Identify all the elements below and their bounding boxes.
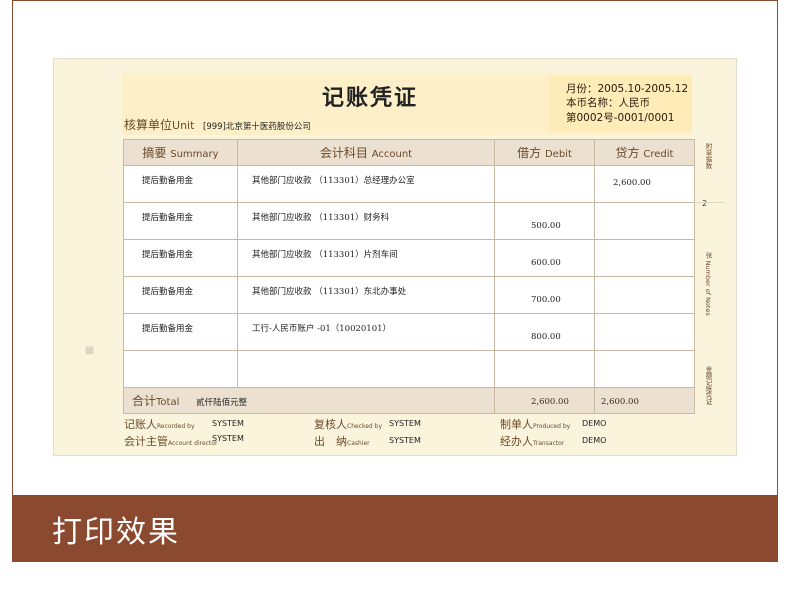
total-debit-value: 2,600.00 bbox=[531, 397, 569, 407]
table-row: 提后勤备用金 其他部门应收款 （113301）总经理办公室 2,600.00 bbox=[123, 165, 695, 203]
header-debit: 借方 Debit bbox=[494, 139, 595, 166]
sig-transactor-value: DEMO bbox=[582, 436, 607, 445]
row-debit-value: 800.00 bbox=[531, 332, 561, 342]
sig-transactor-label: 经办人Transactor bbox=[500, 433, 564, 449]
voucher-month: 月份：2005.10-2005.12 bbox=[566, 83, 689, 95]
right-divider bbox=[694, 202, 724, 203]
sig-director-en: Account director bbox=[168, 440, 218, 447]
table-row: 提后勤备用金 工行-人民币账户 -01（10020101） 800.00 bbox=[123, 313, 695, 351]
header-account-cn: 会计科目 bbox=[319, 146, 368, 160]
header-debit-en: Debit bbox=[544, 149, 572, 160]
row-credit bbox=[594, 276, 695, 314]
total-label-en: Total bbox=[156, 397, 180, 408]
row-debit bbox=[494, 350, 595, 388]
total-credit: 2,600.00 bbox=[594, 387, 695, 414]
table-header-row: 摘要 Summary 会计科目 Account 借方 Debit 贷方 Cred… bbox=[123, 139, 695, 166]
voucher-number: 第0002号-0001/0001 bbox=[566, 112, 675, 124]
header-account: 会计科目 Account bbox=[237, 139, 495, 166]
sig-recorded-en: Recorded by bbox=[157, 423, 195, 430]
header-credit-cn: 贷方 bbox=[615, 146, 640, 160]
row-summary: 提后勤备用金 bbox=[123, 202, 238, 240]
row-debit-value: 500.00 bbox=[531, 221, 561, 231]
attachments-value: 2 bbox=[702, 199, 708, 208]
row-account bbox=[237, 350, 495, 388]
voucher-currency: 本币名称：人民币 bbox=[566, 97, 650, 109]
table-row: 提后勤备用金 其他部门应收款 （113301）东北办事处 700.00 bbox=[123, 276, 695, 314]
sig-produced-value: DEMO bbox=[582, 419, 607, 428]
sig-cashier-cn: 出 纳 bbox=[314, 435, 347, 448]
row-summary: 提后勤备用金 bbox=[123, 239, 238, 277]
row-credit bbox=[594, 239, 695, 277]
row-summary bbox=[123, 350, 238, 388]
sig-checked-label: 复核人Checked by bbox=[314, 416, 382, 432]
sig-produced-label: 制单人Produced by bbox=[500, 416, 570, 432]
row-debit-value: 700.00 bbox=[531, 295, 561, 305]
total-credit-value: 2,600.00 bbox=[601, 397, 639, 407]
sig-recorded-cn: 记账人 bbox=[124, 418, 157, 431]
row-account: 其他部门应收款 （113301）片剂车间 bbox=[237, 239, 495, 277]
total-label-cn: 合计 bbox=[132, 394, 157, 408]
total-debit: 2,600.00 bbox=[494, 387, 595, 414]
sig-checked-value: SYSTEM bbox=[389, 419, 421, 428]
row-summary: 提后勤备用金 bbox=[123, 313, 238, 351]
total-label: 合计Total bbox=[124, 394, 179, 408]
table-total-row: 合计Total 贰仟陆佰元整 2,600.00 2,600.00 bbox=[123, 387, 695, 414]
header-summary: 摘要 Summary bbox=[123, 139, 238, 166]
voucher-title: 记账凭证 bbox=[321, 86, 418, 111]
sig-transactor-en: Transactor bbox=[533, 440, 565, 447]
table-row: 提后勤备用金 其他部门应收款 （113301）片剂车间 600.00 bbox=[123, 239, 695, 277]
sig-recorded-value: SYSTEM bbox=[212, 419, 244, 428]
bottom-side-label: 金额记账凭证 bbox=[704, 366, 712, 405]
row-account: 其他部门应收款 （113301）东北办事处 bbox=[237, 276, 495, 314]
banner-title: 打印效果 bbox=[52, 515, 180, 550]
sig-recorded-label: 记账人Recorded by bbox=[124, 416, 195, 432]
watermark-logo: ▦ bbox=[84, 345, 95, 356]
sig-produced-cn: 制单人 bbox=[500, 418, 533, 431]
table-row bbox=[123, 350, 695, 388]
header-summary-en: Summary bbox=[170, 149, 219, 160]
sig-checked-en: Checked by bbox=[347, 423, 383, 430]
table-row: 提后勤备用金 其他部门应收款 （113301）财务科 500.00 bbox=[123, 202, 695, 240]
row-summary: 提后勤备用金 bbox=[123, 276, 238, 314]
unit-label: 核算单位Unit bbox=[124, 116, 194, 133]
header-credit-en: Credit bbox=[643, 149, 674, 160]
row-debit: 500.00 bbox=[494, 202, 595, 240]
row-account: 工行-人民币账户 -01（10020101） bbox=[237, 313, 495, 351]
total-label-cell: 合计Total 贰仟陆佰元整 bbox=[123, 387, 495, 414]
sig-director-label: 会计主管Account director bbox=[124, 433, 217, 449]
sig-produced-en: Produced by bbox=[533, 423, 571, 430]
row-summary: 提后勤备用金 bbox=[123, 165, 238, 203]
header-summary-cn: 摘要 bbox=[142, 146, 167, 160]
unit-label-cn: 核算单位 bbox=[124, 118, 173, 132]
row-credit: 2,600.00 bbox=[594, 165, 695, 203]
sig-transactor-cn: 经办人 bbox=[500, 435, 533, 448]
sig-cashier-value: SYSTEM bbox=[389, 436, 421, 445]
row-credit bbox=[594, 202, 695, 240]
row-debit-value: 600.00 bbox=[531, 258, 561, 268]
attachments-label: 附单据数 bbox=[704, 143, 712, 169]
sig-director-cn: 会计主管 bbox=[124, 435, 168, 448]
header-account-en: Account bbox=[371, 149, 413, 160]
row-credit bbox=[594, 313, 695, 351]
voucher-table: 摘要 Summary 会计科目 Account 借方 Debit 贷方 Cred… bbox=[123, 139, 695, 414]
unit-value: [999]北京第十医药股份公司 bbox=[203, 122, 311, 132]
row-debit: 700.00 bbox=[494, 276, 595, 314]
total-amount-words: 贰仟陆佰元整 bbox=[196, 398, 248, 408]
row-debit bbox=[494, 165, 595, 203]
row-debit: 800.00 bbox=[494, 313, 595, 351]
sig-director-value: SYSTEM bbox=[212, 434, 244, 443]
row-account: 其他部门应收款 （113301）财务科 bbox=[237, 202, 495, 240]
unit-label-en: Unit bbox=[172, 119, 195, 132]
sheets-label: 张 Number of Notes bbox=[704, 252, 712, 316]
row-credit-value: 2,600.00 bbox=[613, 178, 651, 188]
header-debit-cn: 借方 bbox=[517, 146, 542, 160]
sig-cashier-label: 出 纳Cashier bbox=[314, 433, 370, 449]
header-credit: 贷方 Credit bbox=[594, 139, 695, 166]
sig-checked-cn: 复核人 bbox=[314, 418, 347, 431]
row-debit: 600.00 bbox=[494, 239, 595, 277]
row-credit bbox=[594, 350, 695, 388]
row-account: 其他部门应收款 （113301）总经理办公室 bbox=[237, 165, 495, 203]
sig-cashier-en: Cashier bbox=[347, 440, 370, 447]
